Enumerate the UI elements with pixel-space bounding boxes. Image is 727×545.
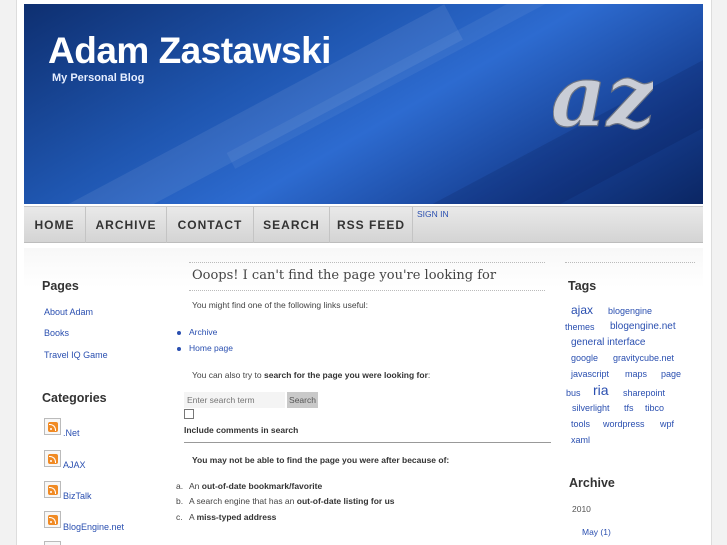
tag-link[interactable]: wpf (660, 419, 674, 429)
rss-icon[interactable] (44, 481, 61, 498)
divider (189, 290, 545, 291)
section-rule (184, 442, 551, 443)
rss-icon[interactable] (44, 450, 61, 467)
page-title: Ooops! I can't find the page you're look… (192, 268, 497, 283)
nav-home[interactable]: HOME (24, 207, 86, 243)
tag-link[interactable]: ajax (571, 303, 593, 317)
list-marker: b. (176, 496, 184, 506)
archive-month-link[interactable]: May (1) (582, 527, 611, 537)
archive-link[interactable]: Archive (189, 327, 217, 337)
bullet (177, 347, 181, 351)
divider (189, 262, 545, 263)
include-comments-checkbox[interactable] (184, 409, 194, 419)
nav-sign-in[interactable]: SIGN IN (417, 209, 449, 219)
search-prompt: You can also try to search for the page … (192, 370, 431, 380)
reason-item: An out-of-date bookmark/favorite (189, 481, 323, 491)
divider (565, 262, 695, 263)
tag-link[interactable]: javascript (571, 369, 609, 379)
archive-year[interactable]: 2010 (572, 504, 591, 514)
rss-icon[interactable] (44, 511, 61, 528)
category-link-dotnet[interactable]: .Net (63, 428, 80, 438)
tag-link[interactable]: bus (566, 388, 581, 398)
tag-link[interactable]: wordpress (603, 419, 645, 429)
tag-link[interactable]: general interface (571, 337, 646, 348)
logo-monogram: az (553, 46, 653, 147)
tag-link[interactable]: google (571, 353, 598, 363)
tags-heading: Tags (568, 279, 597, 293)
tag-link[interactable]: tools (571, 419, 590, 429)
tag-link[interactable]: silverlight (572, 403, 610, 413)
tag-link[interactable]: sharepoint (623, 388, 665, 398)
site-header: Adam Zastawski My Personal Blog az (24, 4, 703, 204)
site-title[interactable]: Adam Zastawski (48, 30, 331, 72)
tag-link[interactable]: ria (593, 382, 609, 398)
main-nav: HOME ARCHIVE CONTACT SEARCH RSS FEED SIG… (24, 206, 703, 243)
pages-heading: Pages (42, 279, 79, 293)
rss-icon[interactable] (44, 418, 61, 435)
category-link-biztalk[interactable]: BizTalk (63, 491, 92, 501)
list-marker: a. (176, 481, 184, 491)
nav-contact[interactable]: CONTACT (167, 207, 254, 243)
include-comments-label: Include comments in search (184, 425, 299, 435)
tag-link[interactable]: themes (565, 322, 595, 332)
az-logo: az (553, 45, 653, 147)
list-marker: c. (176, 512, 183, 522)
nav-search[interactable]: SEARCH (254, 207, 330, 243)
sidebar-link-books[interactable]: Books (44, 328, 69, 338)
nav-rss-feed[interactable]: RSS FEED (330, 207, 413, 243)
tag-link[interactable]: page (661, 369, 681, 379)
reason-item: A search engine that has an out-of-date … (189, 496, 395, 506)
home-page-link[interactable]: Home page (189, 343, 233, 353)
rss-icon[interactable] (44, 541, 61, 545)
reason-item: A miss-typed address (189, 512, 277, 522)
tag-link[interactable]: tibco (645, 403, 664, 413)
tag-link[interactable]: blogengine.net (610, 321, 676, 332)
bullet (177, 331, 181, 335)
sidebar-link-about[interactable]: About Adam (44, 307, 93, 317)
search-input[interactable] (184, 392, 285, 408)
tag-link[interactable]: maps (625, 369, 647, 379)
search-button[interactable]: Search (287, 392, 318, 408)
reason-heading: You may not be able to find the page you… (192, 455, 450, 465)
archive-heading: Archive (569, 476, 615, 490)
tag-link[interactable]: blogengine (608, 306, 652, 316)
tag-link[interactable]: xaml (571, 435, 590, 445)
tag-link[interactable]: gravitycube.net (613, 353, 674, 363)
tag-link[interactable]: tfs (624, 403, 634, 413)
intro-text: You might find one of the following link… (192, 300, 368, 310)
category-link-ajax[interactable]: AJAX (63, 460, 86, 470)
site-subtitle: My Personal Blog (52, 72, 145, 84)
nav-archive[interactable]: ARCHIVE (86, 207, 167, 243)
categories-heading: Categories (42, 391, 107, 405)
category-link-blogengine[interactable]: BlogEngine.net (63, 522, 124, 532)
sidebar-link-travel-iq[interactable]: Travel IQ Game (44, 350, 108, 360)
